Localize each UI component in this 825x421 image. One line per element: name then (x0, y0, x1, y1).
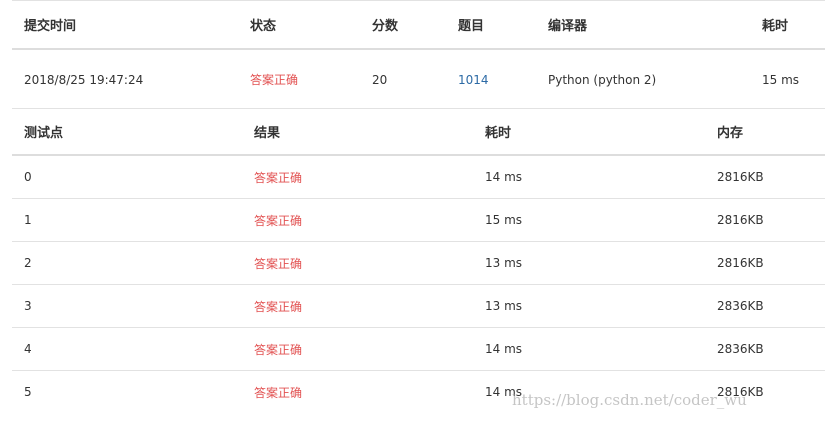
header-time-cost: 耗时 (762, 19, 789, 34)
table-row: 0 答案正确 14 ms 2816KB (12, 156, 825, 199)
table-row: 2 答案正确 13 ms 2816KB (12, 242, 825, 285)
test-time: 13 ms (485, 256, 523, 270)
header-status: 状态 (250, 19, 277, 34)
header-test-point: 测试点 (24, 126, 64, 141)
test-point: 5 (24, 385, 32, 399)
test-point: 0 (24, 170, 32, 184)
header-problem: 题目 (458, 19, 485, 34)
test-result: 答案正确 (254, 385, 303, 400)
test-memory: 2836KB (717, 299, 764, 313)
submission-table: 提交时间 状态 分数 题目 编译器 耗时 2018/8/25 19:47:24 … (12, 0, 825, 109)
test-point: 3 (24, 299, 32, 313)
test-result: 答案正确 (254, 170, 303, 185)
header-compiler: 编译器 (548, 19, 588, 34)
header-time: 耗时 (485, 126, 512, 141)
table-row: 5 答案正确 14 ms 2816KB (12, 371, 825, 413)
testcase-table: 测试点 结果 耗时 内存 0 答案正确 14 ms 2816KB 1 答案正确 … (12, 108, 825, 413)
test-point: 1 (24, 213, 32, 227)
test-memory: 2816KB (717, 213, 764, 227)
test-time: 14 ms (485, 170, 523, 184)
submission-header-row: 提交时间 状态 分数 题目 编译器 耗时 (12, 0, 825, 50)
test-result: 答案正确 (254, 256, 303, 271)
status-accepted: 答案正确 (250, 73, 299, 87)
test-time: 14 ms (485, 385, 523, 399)
test-result: 答案正确 (254, 299, 303, 314)
test-memory: 2816KB (717, 256, 764, 270)
table-row: 1 答案正确 15 ms 2816KB (12, 199, 825, 242)
header-score: 分数 (372, 19, 399, 34)
problem-link[interactable]: 1014 (458, 50, 489, 109)
table-row: 4 答案正确 14 ms 2836KB (12, 328, 825, 371)
test-memory: 2816KB (717, 170, 764, 184)
submit-time-value: 2018/8/25 19:47:24 (24, 72, 144, 87)
test-memory: 2836KB (717, 342, 764, 356)
compiler-value: Python (python 2) (548, 72, 657, 87)
test-time: 13 ms (485, 299, 523, 313)
test-result: 答案正确 (254, 342, 303, 357)
test-memory: 2816KB (717, 385, 764, 399)
header-result: 结果 (254, 126, 281, 141)
test-result: 答案正确 (254, 213, 303, 228)
header-submit-time: 提交时间 (24, 19, 77, 34)
testcase-header-row: 测试点 结果 耗时 内存 (12, 109, 825, 156)
test-time: 15 ms (485, 213, 523, 227)
score-value: 20 (372, 72, 388, 87)
test-point: 2 (24, 256, 32, 270)
table-row: 3 答案正确 13 ms 2836KB (12, 285, 825, 328)
test-time: 14 ms (485, 342, 523, 356)
submission-row: 2018/8/25 19:47:24 答案正确 20 1014 Python (… (12, 50, 825, 109)
time-cost-value: 15 ms (762, 72, 800, 87)
test-point: 4 (24, 342, 32, 356)
header-memory: 内存 (717, 126, 744, 141)
